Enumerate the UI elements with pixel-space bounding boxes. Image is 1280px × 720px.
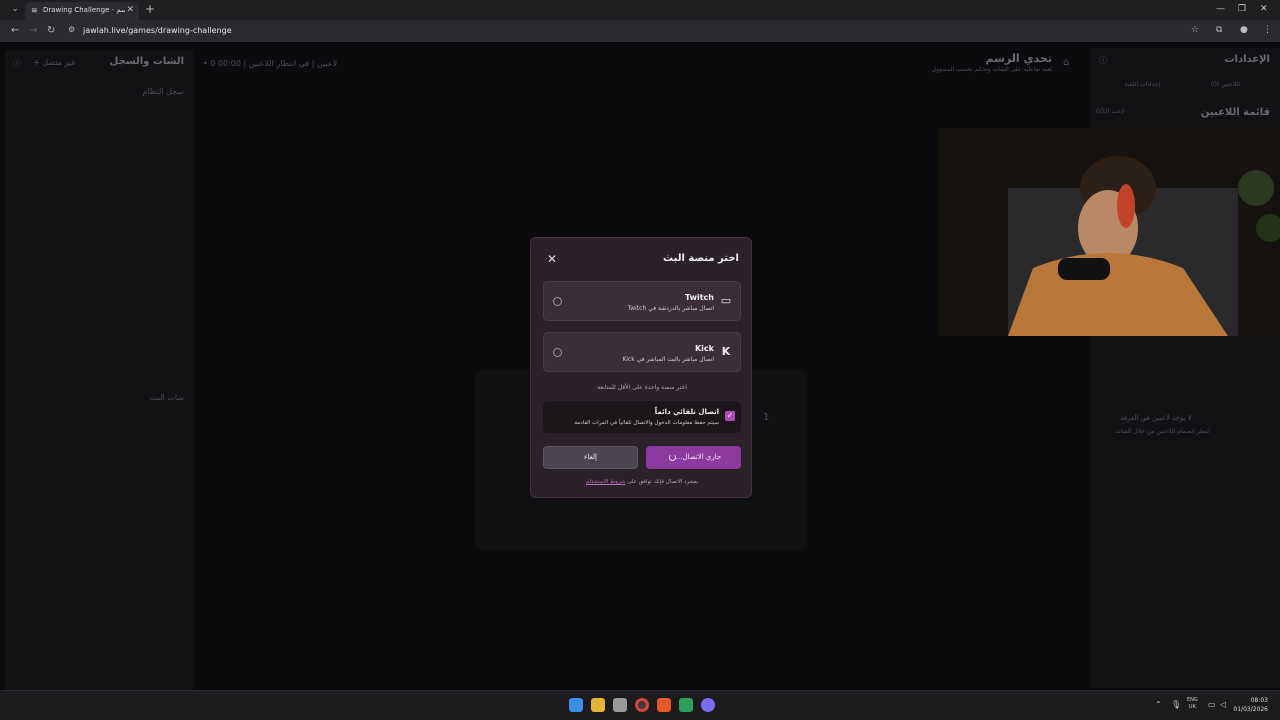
twitch-name: Twitch [685, 293, 714, 302]
browser-tab-bar: ⌄ ≋ Drawing Challenge - تحدي الرسم ✕ + —… [0, 0, 1280, 20]
extensions-icon[interactable]: ⧉ [1216, 25, 1222, 35]
kick-name: Kick [694, 344, 714, 353]
settings-title: الإعدادات [1224, 54, 1270, 65]
url-bar[interactable]: ⚙ jawlah.live/games/drawing-challenge [64, 23, 1204, 39]
help-icon: ⓘ [1099, 56, 1107, 65]
forward-icon[interactable]: → [29, 25, 37, 36]
kick-desc: اتصال مباشر بالبث المباشر في Kick [622, 356, 714, 363]
reload-icon[interactable]: ↻ [47, 25, 55, 36]
kick-icon: K [721, 345, 731, 358]
tab-close-icon[interactable]: ✕ [126, 5, 134, 15]
terms-note: بمجرد الاتصال فإنك توافق على شروط الاستخ… [531, 479, 753, 485]
bookmark-star-icon[interactable]: ☆ [1191, 25, 1199, 35]
system-clock[interactable]: 08:03 01/03/2026 [1233, 696, 1268, 714]
tab-title: Drawing Challenge - تحدي الرسم [43, 6, 125, 14]
taskbar: ⌃ 🎙 ENG UK ▭ ◁ 08:03 01/03/2026 [0, 690, 1280, 720]
clock-date: 01/03/2026 [1233, 706, 1268, 713]
cancel-button[interactable]: إلغاء [543, 446, 638, 469]
kick-radio[interactable] [553, 348, 562, 357]
menu-icon[interactable]: ⋮ [1263, 25, 1272, 35]
brave-icon[interactable] [657, 698, 671, 712]
auto-connect-title: اتصال تلقائي دائماً [654, 408, 719, 416]
new-tab-button[interactable]: + [145, 2, 155, 16]
twitch-icon: ▭ [720, 294, 732, 307]
platform-option-twitch[interactable]: ▭ Twitch اتصال مباشر بالدردشة في Twitch [543, 281, 741, 321]
site-info-icon[interactable]: ⚙ [68, 25, 75, 34]
connection-status-button[interactable]: + غير متصل [33, 58, 76, 67]
file-explorer-icon[interactable] [591, 698, 605, 712]
players-list-title: قائمة اللاعبين [1200, 107, 1270, 118]
profile-icon[interactable]: ● [1240, 25, 1248, 35]
tab-game-settings[interactable]: إعدادات اللعبة [1125, 81, 1160, 88]
lang-top: ENG [1187, 697, 1198, 703]
modal-title: اختر منصة البث [663, 253, 739, 264]
empty-players-title: لا يوجد لاعبين في الغرفة [1120, 414, 1192, 422]
platform-option-kick[interactable]: K Kick اتصال مباشر بالبث المباشر في Kick [543, 332, 741, 372]
selection-hint: اختر منصة واحدة على الأقل للمتابعة [597, 384, 687, 391]
auto-connect-option[interactable]: ✓ اتصال تلقائي دائماً سيتم حفظ معلومات ا… [543, 401, 741, 433]
platform-select-modal: اختر منصة البث ✕ ▭ Twitch اتصال مباشر با… [530, 237, 752, 498]
twitch-radio[interactable] [553, 297, 562, 306]
language-indicator[interactable]: ENG UK [1187, 697, 1198, 711]
discord-icon[interactable] [701, 698, 715, 712]
chrome-icon[interactable] [635, 698, 649, 712]
game-title: تحدي الرسم [985, 52, 1052, 65]
webcam-image [938, 128, 1280, 336]
game-status-line: • 0 لاعبين | في انتظار اللاعبين | 00:00 [203, 59, 338, 68]
chat-log-title: الشات والسجل [109, 56, 184, 67]
start-windows-icon[interactable] [569, 698, 583, 712]
lang-bottom: UK [1188, 704, 1196, 710]
tab-players[interactable]: اللاعبين (0) [1211, 81, 1240, 88]
site-favicon-icon: ≋ [31, 6, 38, 15]
connect-label: جاري الاتصال... [675, 453, 722, 461]
twitch-desc: اتصال مباشر بالدردشة في Twitch [627, 305, 714, 312]
modal-close-icon[interactable]: ✕ [547, 252, 557, 266]
players-count: 0/10 لاعب [1096, 108, 1125, 115]
tab-search-menu-icon[interactable]: ⌄ [8, 4, 22, 16]
loading-spinner-icon [668, 453, 676, 461]
tray-chevron-icon[interactable]: ⌃ [1155, 700, 1162, 709]
url-text: jawlah.live/games/drawing-challenge [83, 26, 232, 35]
address-toolbar: ← → ↻ ⚙ jawlah.live/games/drawing-challe… [0, 20, 1280, 42]
store-icon[interactable] [613, 698, 627, 712]
home-icon[interactable]: ⌂ [1063, 57, 1069, 68]
auto-connect-checkbox[interactable]: ✓ [725, 411, 735, 421]
system-log-label: سجل النظام [142, 87, 185, 96]
restore-icon[interactable]: ❐ [1238, 4, 1246, 14]
game-subtitle: لعبة تفاعلية على الشات وتحكم بحسب المسؤو… [931, 66, 1052, 73]
window-close-icon[interactable]: ✕ [1260, 4, 1268, 14]
connect-button[interactable]: جاري الاتصال... [646, 446, 741, 469]
info-icon: ⓘ [13, 59, 21, 68]
auto-connect-desc: سيتم حفظ معلومات الدخول والاتصال تلقائيا… [574, 420, 719, 426]
back-icon[interactable]: ← [11, 25, 19, 36]
empty-players-desc: انتظر انضمام اللاعبين من خلال الشات [1115, 428, 1211, 435]
terms-prefix: بمجرد الاتصال فإنك توافق على [627, 479, 698, 485]
browser-tab[interactable]: ≋ Drawing Challenge - تحدي الرسم ✕ [25, 2, 139, 20]
webcam-overlay [938, 128, 1280, 336]
volume-icon[interactable]: ◁ [1220, 700, 1226, 709]
chat-log-panel: الشات والسجل + غير متصل ⓘ سجل النظام شات… [5, 50, 194, 690]
microphone-icon[interactable]: 🎙 [1171, 700, 1181, 709]
minimize-icon[interactable]: — [1216, 4, 1225, 14]
terms-link[interactable]: شروط الاستخدام [586, 479, 625, 485]
network-icon[interactable]: ▭ [1208, 700, 1216, 709]
round-number: 1 [763, 412, 770, 423]
stream-chat-label: شات البث [149, 393, 184, 402]
clock-time: 08:03 [1250, 697, 1268, 704]
app-green-icon[interactable] [679, 698, 693, 712]
